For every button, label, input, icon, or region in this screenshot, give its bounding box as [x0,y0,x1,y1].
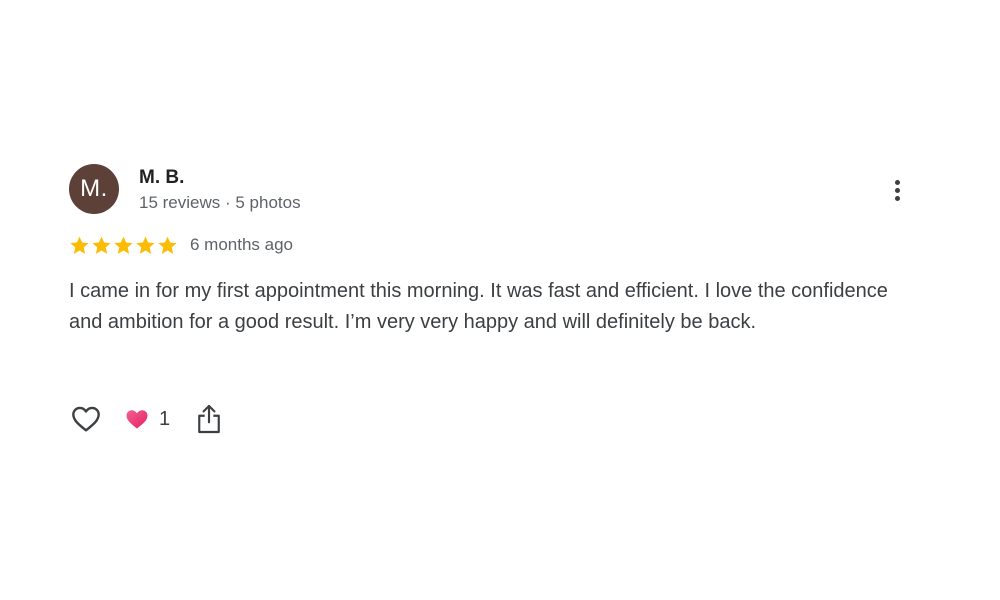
more-vert-icon-dot [894,195,900,201]
author-meta: 15 reviews · 5 photos [139,193,301,212]
rating-row: 6 months ago [69,234,293,256]
review-actions: 1 [69,402,224,436]
share-button[interactable] [194,402,224,436]
star-icon [157,235,178,256]
avatar[interactable]: M. [69,164,119,214]
star-rating [69,235,178,256]
share-icon [198,404,220,434]
like-button[interactable] [69,402,103,436]
review-date: 6 months ago [190,235,294,254]
star-icon [91,235,112,256]
review-header: M. M. B. 15 reviews · 5 photos [69,164,909,216]
star-icon [113,235,134,256]
review-text: I came in for my first appointment this … [69,280,888,333]
author-name[interactable]: M. B. [139,167,184,189]
reaction-summary[interactable]: 1 [125,408,170,431]
more-vert-icon-dot [894,187,900,193]
review-card: M. M. B. 15 reviews · 5 photos 6 months … [69,164,909,434]
more-options-button[interactable] [885,172,909,208]
heart-filled-icon [126,410,148,429]
heart-outline-icon [72,406,100,432]
star-icon [135,235,156,256]
star-icon [69,235,90,256]
more-vert-icon [894,179,900,185]
reaction-count: 1 [159,407,171,430]
